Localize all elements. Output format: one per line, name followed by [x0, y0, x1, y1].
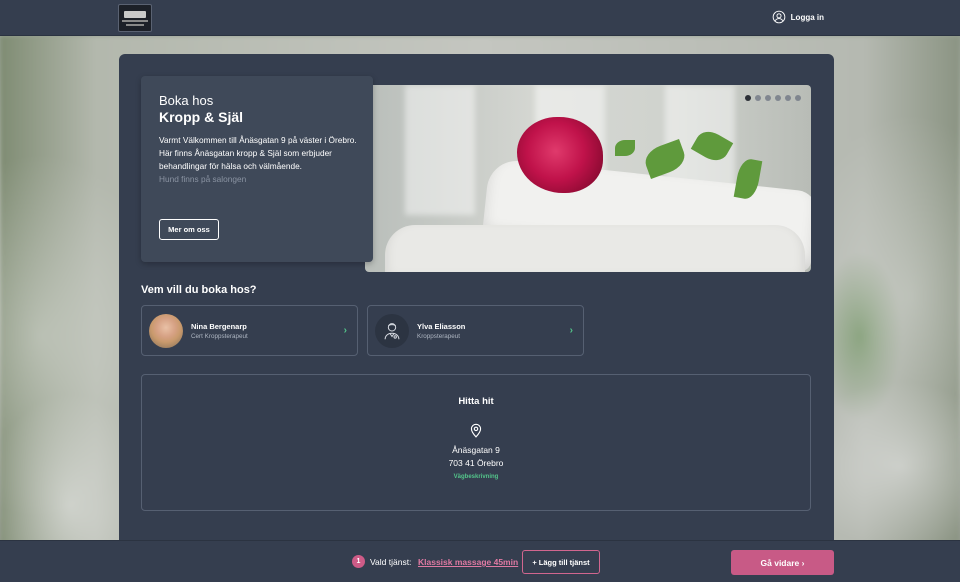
intro-description: Varmt Välkommen till Ånäsgatan 9 på väst… [159, 135, 357, 171]
continue-button[interactable]: Gå vidare › [731, 550, 834, 575]
carousel-dot[interactable] [775, 95, 781, 101]
continue-label: Gå vidare [760, 557, 800, 568]
add-service-button[interactable]: + Lägg till tjänst [522, 550, 600, 574]
brand-logo[interactable] [118, 4, 152, 32]
find-heading: Hitta hit [458, 396, 494, 407]
carousel-dots[interactable] [745, 95, 801, 101]
chosen-service-label: Vald tjänst: [370, 557, 412, 567]
address-street: Ånäsgatan 9 [452, 445, 500, 455]
about-us-button[interactable]: Mer om oss [159, 219, 219, 240]
intro-description-faded: Hund finns på salongen [159, 174, 247, 184]
carousel-dot[interactable] [765, 95, 771, 101]
chevron-right-icon: › [343, 325, 347, 336]
address-city: 703 41 Örebro [448, 458, 504, 468]
carousel-dot[interactable] [795, 95, 801, 101]
person-name: Nina Bergenarp [191, 321, 247, 331]
person-card-ylva[interactable]: Ylva Eliasson Kroppsterapeut › [367, 305, 584, 356]
person-icon [375, 313, 409, 348]
chevron-right-icon: › [569, 325, 573, 336]
top-navigation: Logga in [0, 0, 960, 36]
login-button[interactable]: Logga in [772, 10, 824, 24]
hero-carousel-image[interactable] [365, 85, 811, 272]
service-count-badge: 1 [352, 555, 365, 568]
person-card-nina[interactable]: Nina Bergenarp Cert Kroppsterapeut › [141, 305, 358, 356]
carousel-dot[interactable] [785, 95, 791, 101]
who-heading: Vem vill du boka hos? [141, 284, 257, 296]
title-line1: Boka hos [159, 93, 214, 108]
chevron-right-icon: › [801, 557, 805, 568]
carousel-dot[interactable] [745, 95, 751, 101]
booking-footer: 1 Vald tjänst: Klassisk massage 45min + … [0, 540, 960, 582]
avatar [149, 313, 183, 348]
person-role: Kroppsterapeut [417, 332, 461, 340]
person-name: Ylva Eliasson [417, 321, 466, 331]
login-label: Logga in [790, 12, 824, 22]
carousel-dot[interactable] [755, 95, 761, 101]
find-us-section: Hitta hit Ånäsgatan 9 703 41 Örebro Vägb… [141, 374, 811, 511]
intro-panel: Boka hos Kropp & Själ Varmt Välkommen ti… [141, 76, 373, 262]
chosen-service-link[interactable]: Klassisk massage 45min [418, 557, 518, 567]
intro-text: Varmt Välkommen till Ånäsgatan 9 på väst… [159, 134, 359, 186]
address: Ånäsgatan 9 703 41 Örebro [142, 444, 810, 470]
user-circle-icon [772, 10, 785, 24]
person-role: Cert Kroppsterapeut [191, 332, 248, 340]
title-line2: Kropp & Själ [159, 109, 244, 125]
map-pin-icon [470, 423, 482, 438]
booking-card: Boka hos Kropp & Själ Varmt Välkommen ti… [119, 54, 834, 554]
page-title: Boka hos Kropp & Själ [159, 92, 355, 126]
directions-link[interactable]: Vägbeskrivning [142, 474, 810, 480]
